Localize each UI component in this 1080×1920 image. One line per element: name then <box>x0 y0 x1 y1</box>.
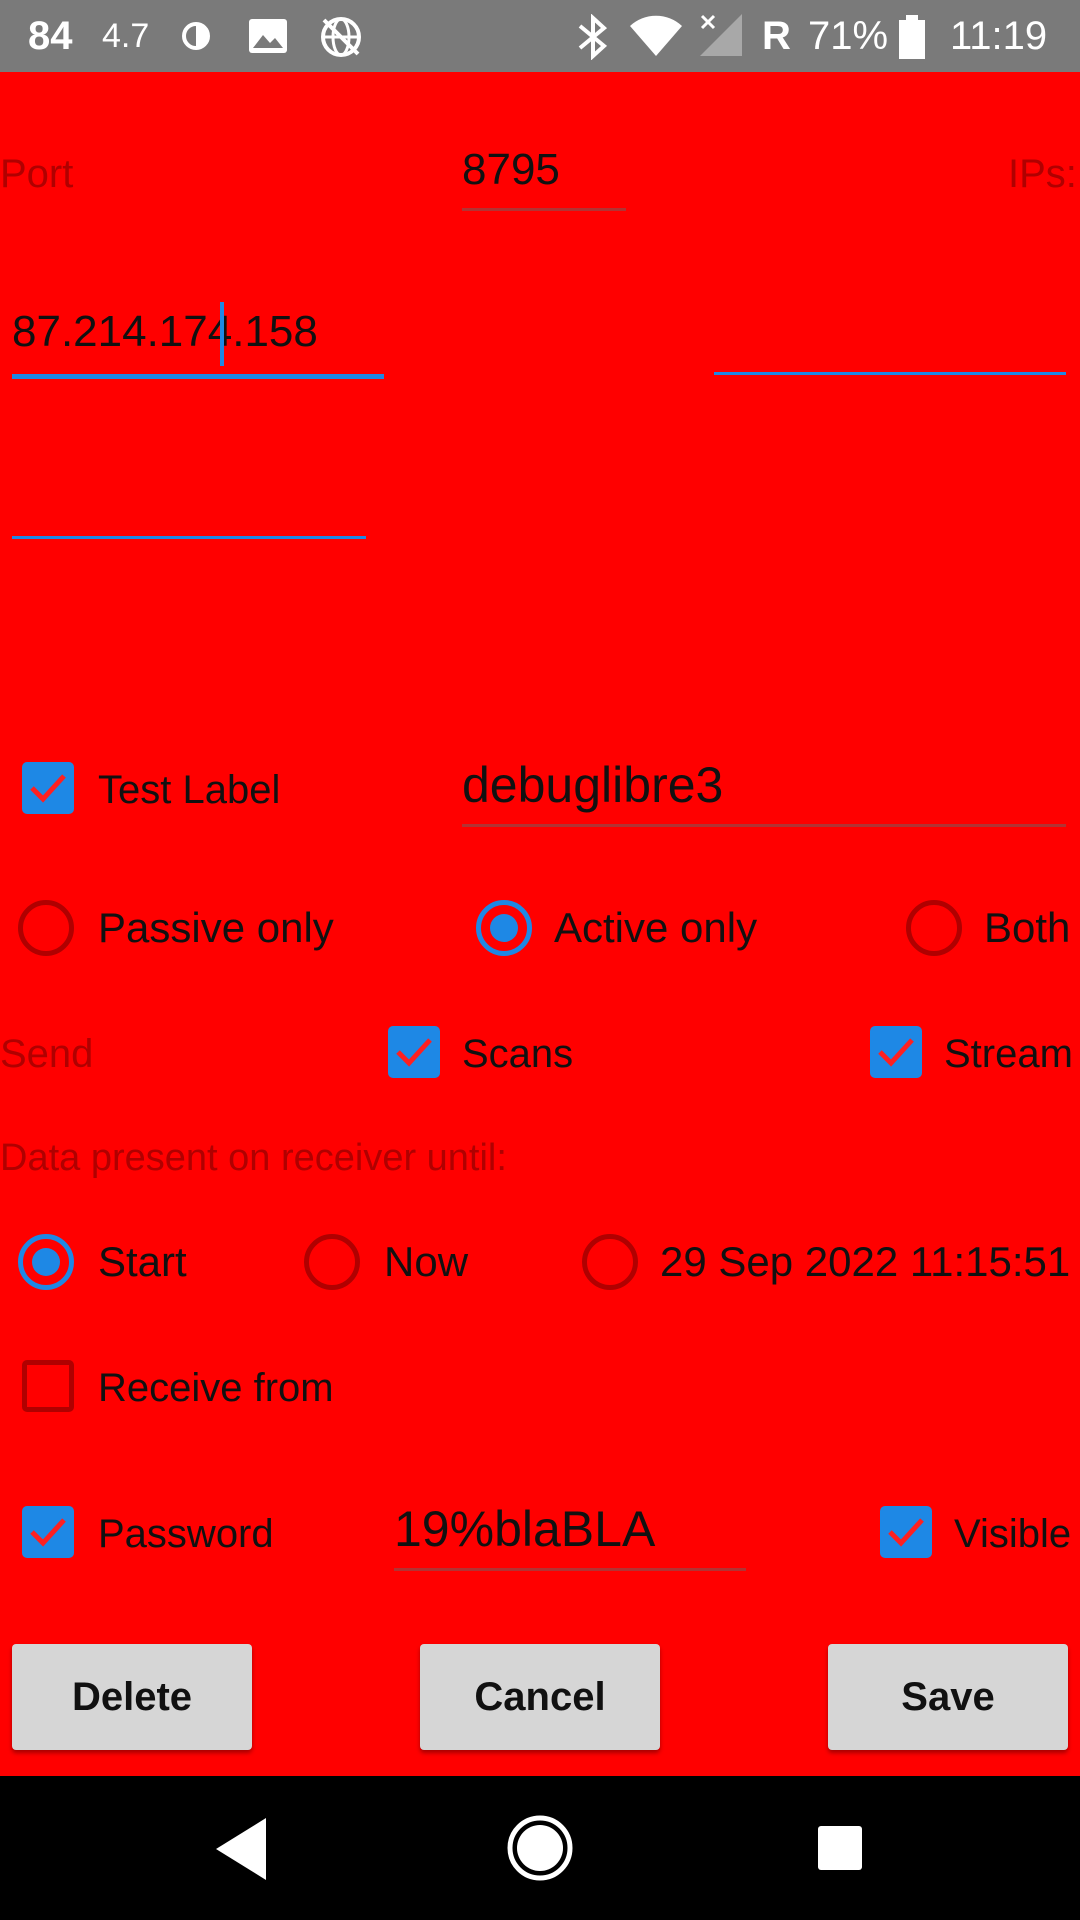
recents-icon[interactable] <box>816 1824 864 1877</box>
status-bar: 84 4.7 R 71% 11:19 <box>0 0 1080 72</box>
globe-off-icon <box>318 14 364 65</box>
port-label: Port <box>0 152 74 196</box>
battery-icon <box>898 14 926 65</box>
ips-label: IPs: <box>1008 152 1077 196</box>
checkmark-icon <box>888 1518 924 1547</box>
receive-from-label: Receive from <box>98 1366 334 1410</box>
navigation-bar <box>0 1776 1080 1920</box>
ip3-input-underline <box>12 536 366 539</box>
radio-start[interactable] <box>18 1234 74 1290</box>
delete-button[interactable]: Delete <box>12 1644 252 1750</box>
password-checkbox[interactable] <box>22 1506 74 1558</box>
ip1-input[interactable]: 87.214.174.158 <box>12 306 318 358</box>
label-input[interactable]: debuglibre3 <box>462 756 723 814</box>
ip1-input-underline <box>12 374 384 379</box>
port-input[interactable]: 8795 <box>462 144 560 196</box>
test-label-text: Test Label <box>98 768 281 812</box>
send-stream-checkbox[interactable] <box>870 1026 922 1078</box>
data-present-label: Data present on receiver until: <box>0 1137 507 1179</box>
radio-passive-only-label: Passive only <box>98 904 334 951</box>
radio-passive-only[interactable] <box>18 900 74 956</box>
label-input-underline <box>462 824 1066 827</box>
radio-date-label: 29 Sep 2022 11:15:51 <box>660 1238 1071 1285</box>
radio-both-label: Both <box>984 904 1071 951</box>
send-scans-label: Scans <box>462 1032 574 1076</box>
status-number-2: 4.7 <box>102 17 150 55</box>
status-number-1: 84 <box>28 14 73 58</box>
radio-now[interactable] <box>304 1234 360 1290</box>
wifi-icon <box>628 14 684 63</box>
radio-active-only-label: Active only <box>554 904 758 951</box>
visible-label: Visible <box>954 1512 1072 1556</box>
ip2-input-underline <box>714 372 1066 375</box>
checkmark-icon <box>396 1038 432 1067</box>
send-stream-label: Stream <box>944 1032 1073 1076</box>
clock: 11:19 <box>950 14 1048 58</box>
home-icon[interactable] <box>506 1814 574 1887</box>
radio-date[interactable] <box>582 1234 638 1290</box>
password-label: Password <box>98 1512 274 1556</box>
cancel-button[interactable]: Cancel <box>420 1644 660 1750</box>
battery-percent: 71% <box>808 14 889 58</box>
checkmark-icon <box>30 1518 66 1547</box>
receive-from-checkbox[interactable] <box>22 1360 74 1412</box>
password-input-underline <box>394 1568 746 1571</box>
bluetooth-icon <box>576 13 610 65</box>
send-scans-checkbox[interactable] <box>388 1026 440 1078</box>
radio-now-label: Now <box>384 1238 469 1285</box>
checkmark-icon <box>30 774 66 803</box>
port-input-underline <box>462 208 626 211</box>
password-input[interactable]: 19%blaBLA <box>394 1500 655 1558</box>
signal-off-icon <box>698 12 744 63</box>
radio-both[interactable] <box>906 900 962 956</box>
send-label: Send <box>0 1032 94 1076</box>
test-label-checkbox[interactable] <box>22 762 74 814</box>
radio-start-label: Start <box>98 1238 187 1285</box>
ip3-input[interactable] <box>12 460 366 540</box>
back-icon[interactable] <box>214 1816 270 1887</box>
ip2-input[interactable] <box>714 300 1066 380</box>
image-icon <box>248 18 288 59</box>
roaming-indicator: R <box>762 14 791 58</box>
checkmark-icon <box>878 1038 914 1067</box>
save-button[interactable]: Save <box>828 1644 1068 1750</box>
contrast-icon <box>180 20 212 57</box>
text-cursor <box>220 302 224 366</box>
radio-active-only[interactable] <box>476 900 532 956</box>
visible-checkbox[interactable] <box>880 1506 932 1558</box>
